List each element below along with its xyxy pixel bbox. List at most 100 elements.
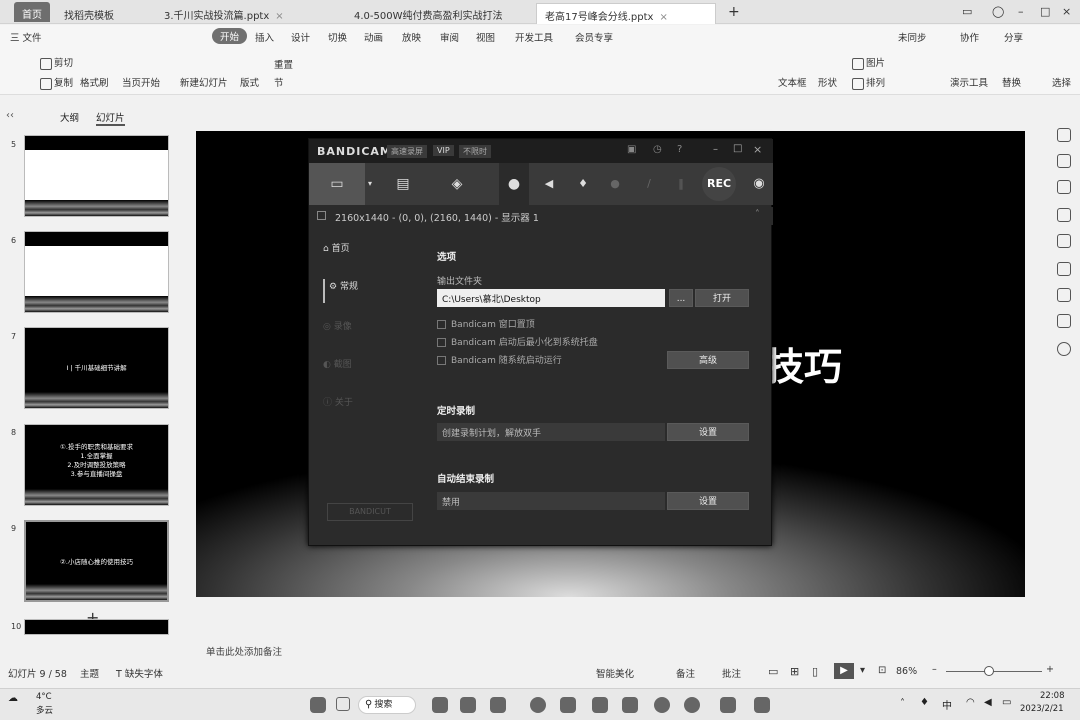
theme-label[interactable]: 主题 <box>80 666 99 680</box>
replace-button[interactable]: 替换 <box>1002 75 1021 89</box>
layout-icon[interactable]: ▭ <box>958 3 978 24</box>
bandicut-button[interactable]: BANDICUT <box>327 503 413 521</box>
share-button[interactable]: 分享 <box>1004 30 1023 44</box>
picture-button[interactable]: 图片 <box>852 55 885 70</box>
select-button[interactable]: 选择 <box>1052 75 1071 89</box>
menu-slideshow[interactable]: 放映 <box>402 30 421 44</box>
zoom-in-button[interactable]: + <box>1046 664 1054 675</box>
wifi-icon[interactable]: ◠ <box>966 697 975 708</box>
collapse-icon[interactable]: ‹‹ <box>6 110 14 121</box>
file-explorer-icon[interactable] <box>490 697 506 713</box>
collab-button[interactable]: 协作 <box>960 30 979 44</box>
bandicam-task-icon[interactable] <box>684 697 700 713</box>
section-button[interactable]: 节 <box>274 75 284 89</box>
present-tools-button[interactable]: 演示工具 <box>950 75 988 89</box>
browse-button[interactable]: ... <box>669 289 693 307</box>
draw-button[interactable]: / <box>639 163 659 205</box>
nav-general[interactable]: ⚙ 常规 <box>323 279 413 303</box>
tab-doc-1[interactable]: 3.千川实战投流篇.pptx × <box>156 3 336 24</box>
app-icon[interactable] <box>720 697 736 713</box>
pin-icon[interactable] <box>1057 128 1071 142</box>
close-icon[interactable]: × <box>753 143 762 156</box>
clock-time[interactable]: 22:08 <box>1040 691 1065 701</box>
mic-icon[interactable]: ♦ <box>920 697 929 708</box>
tab-home[interactable]: 首页 <box>14 2 50 22</box>
slide-thumbnail[interactable]: ①.投手的职责和基础要求 1.全面掌握 2.及时调整投放策略 3.参与直播间操盘 <box>24 424 169 506</box>
document-icon[interactable] <box>754 697 770 713</box>
normal-view-icon[interactable]: ▭ <box>768 665 778 678</box>
menu-file[interactable]: 三 文件 <box>10 30 42 44</box>
topmost-checkbox[interactable]: Bandicam 窗口置顶 <box>437 317 535 330</box>
ime-indicator[interactable]: 中 <box>942 697 952 712</box>
speaker-button[interactable]: ◀ <box>537 163 561 205</box>
rec-button[interactable]: REC <box>702 167 736 201</box>
fit-icon[interactable]: ⊡ <box>878 665 886 676</box>
slide-thumbnail[interactable] <box>24 135 169 217</box>
notes-button[interactable]: 备注 <box>676 666 695 680</box>
timer-settings-button[interactable]: 设置 <box>667 423 749 441</box>
minimize-tray-checkbox[interactable]: Bandicam 启动后最小化到系统托盘 <box>437 335 598 348</box>
play-button[interactable]: ▶ <box>834 663 854 679</box>
location-icon[interactable] <box>1057 262 1071 276</box>
clock-date[interactable]: 2023/2/21 <box>1020 704 1064 714</box>
mouse-button[interactable]: ● <box>605 163 625 205</box>
edge-icon[interactable] <box>530 697 546 713</box>
slide-thumbnail[interactable] <box>24 619 169 635</box>
screen-mode-button[interactable]: ▭ <box>309 163 365 205</box>
properties-icon[interactable] <box>1057 154 1071 168</box>
tab-doc-2[interactable]: 4.0-500W纯付费高盈利实战打法 <box>346 3 530 24</box>
camera-app-icon[interactable] <box>460 697 476 713</box>
menu-developer[interactable]: 开发工具 <box>515 30 553 44</box>
widgets-icon[interactable] <box>336 697 350 711</box>
folder-icon[interactable]: ▣ <box>627 144 636 155</box>
textbox-button[interactable]: 文本框 <box>778 75 807 89</box>
close-window-icon[interactable]: × <box>1058 3 1078 24</box>
resolution-checkbox[interactable] <box>317 211 326 220</box>
output-folder-input[interactable]: C:\Users\慕北\Desktop <box>437 289 665 307</box>
reading-view-icon[interactable]: ▯ <box>812 665 818 678</box>
menu-home[interactable]: 开始 <box>212 28 248 44</box>
menu-animation[interactable]: 动画 <box>364 30 383 44</box>
screenshot-button[interactable]: ◉ <box>747 163 771 205</box>
avatar[interactable]: ◯ <box>988 3 1008 24</box>
slide-thumbnail-selected[interactable]: ②.小店随心推的使用技巧 <box>24 520 169 602</box>
notes-area[interactable]: 单击此处添加备注 <box>186 640 1080 660</box>
help-icon[interactable] <box>1057 342 1071 356</box>
animation-icon[interactable] <box>1057 180 1071 194</box>
start-icon[interactable] <box>310 697 326 713</box>
pause-button[interactable]: ‖ <box>671 163 691 205</box>
autostart-checkbox[interactable]: Bandicam 随系统启动运行 <box>437 353 562 366</box>
nav-about[interactable]: ⓘ 关于 <box>323 395 413 419</box>
webcam-button[interactable]: ● <box>499 163 529 205</box>
copy-button[interactable]: 复制 <box>40 75 73 90</box>
device-mode-button[interactable]: ▤ <box>379 163 427 205</box>
battery-icon[interactable]: ▭ <box>1002 697 1011 708</box>
store-icon[interactable] <box>592 697 608 713</box>
advanced-button[interactable]: 高级 <box>667 351 749 369</box>
open-folder-button[interactable]: 打开 <box>695 289 749 307</box>
zoom-slider[interactable] <box>946 671 1042 672</box>
format-brush-button[interactable]: 格式刷 <box>80 75 109 89</box>
sync-status[interactable]: 未同步 <box>898 30 927 44</box>
menu-member[interactable]: 会员专享 <box>575 30 613 44</box>
image-icon[interactable] <box>1057 234 1071 248</box>
tab-doc-3[interactable]: 老高17号峰会分线.pptx × <box>536 3 716 24</box>
cube-icon[interactable] <box>1057 314 1071 328</box>
comments-button[interactable]: 批注 <box>722 666 741 680</box>
wps-icon[interactable] <box>622 697 638 713</box>
clock-icon[interactable]: ◷ <box>653 144 662 155</box>
zoom-slider-thumb[interactable] <box>984 666 994 676</box>
chevron-up-icon[interactable]: ˄ <box>755 209 760 220</box>
volume-icon[interactable]: ◀ <box>984 697 992 708</box>
app-icon[interactable] <box>560 697 576 713</box>
menu-insert[interactable]: 插入 <box>255 30 274 44</box>
chevron-down-icon[interactable]: ▾ <box>365 163 375 205</box>
arrange-button[interactable]: 排列 <box>852 75 885 90</box>
new-slide-button[interactable]: 新建幻灯片 <box>180 75 228 89</box>
nav-home[interactable]: ⌂ 首页 <box>323 241 413 265</box>
slide-thumbnail[interactable] <box>24 231 169 313</box>
reset-button[interactable]: 重置 <box>274 57 293 71</box>
tab-slides[interactable]: 幻灯片 <box>96 110 125 126</box>
chevron-down-icon[interactable]: ▾ <box>860 665 865 676</box>
help-icon[interactable]: ? <box>677 144 682 155</box>
